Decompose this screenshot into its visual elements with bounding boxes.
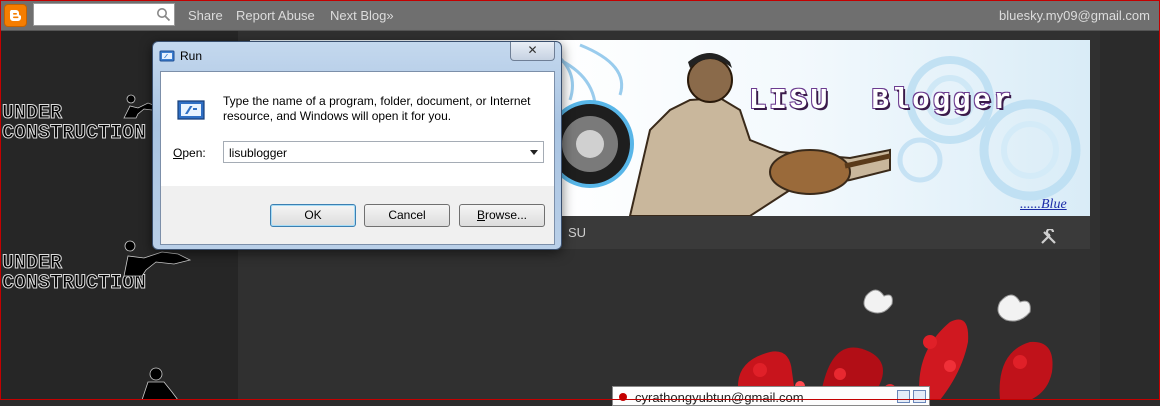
report-abuse-link[interactable]: Report Abuse [236,8,315,23]
open-combobox[interactable]: lisublogger [223,141,544,163]
blogger-logo-icon[interactable] [4,4,27,27]
run-description: Type the name of a program, folder, docu… [223,94,531,123]
dropdown-arrow-icon[interactable] [530,150,538,155]
close-button[interactable]: ✕ [510,42,555,61]
tab-label[interactable]: SU [568,225,586,240]
blog-signature-link[interactable]: ......Blue [1020,197,1067,213]
welcome-artwork [738,289,1053,400]
blogger-navbar: Share Report Abuse Next Blog» bluesky.my… [0,0,1160,31]
close-chat-button[interactable] [913,390,926,403]
chat-popup[interactable]: cyrathongyubtun@gmail.com [612,386,930,406]
run-app-icon [159,50,175,62]
run-dialog-content: Type the name of a program, folder, docu… [161,72,554,186]
share-link[interactable]: Share [188,8,223,23]
open-label: Open: [173,146,206,160]
user-email[interactable]: bluesky.my09@gmail.com [999,8,1150,23]
tools-icon[interactable] [1040,229,1058,245]
minimize-chat-button[interactable] [897,390,910,403]
browse-button[interactable]: Browse... [459,204,545,227]
open-input-value[interactable]: lisublogger [229,146,287,160]
search-icon[interactable] [156,7,171,22]
run-dialog[interactable]: Run ✕ Type the name of a program, folder… [152,41,562,250]
dialog-title: Run [180,49,203,63]
blog-title[interactable]: LISU Blogger [749,84,1014,117]
construction-worker-icon [141,367,179,400]
blog-search-input[interactable] [33,3,175,26]
banner-line-2: CONSTRUCTION [1,122,147,145]
open-label-accesskey: O [173,146,183,160]
next-blog-link[interactable]: Next Blog» [330,8,394,23]
cancel-button[interactable]: Cancel [364,204,450,227]
browse-label-text: rowse... [485,208,528,222]
ok-button[interactable]: OK [270,204,356,227]
open-label-text: pen: [182,146,206,160]
chat-contact-email[interactable]: cyrathongyubtun@gmail.com [635,390,804,405]
run-dialog-body: Type the name of a program, folder, docu… [160,71,555,245]
run-icon [177,100,205,120]
browse-accesskey: B [476,208,485,222]
